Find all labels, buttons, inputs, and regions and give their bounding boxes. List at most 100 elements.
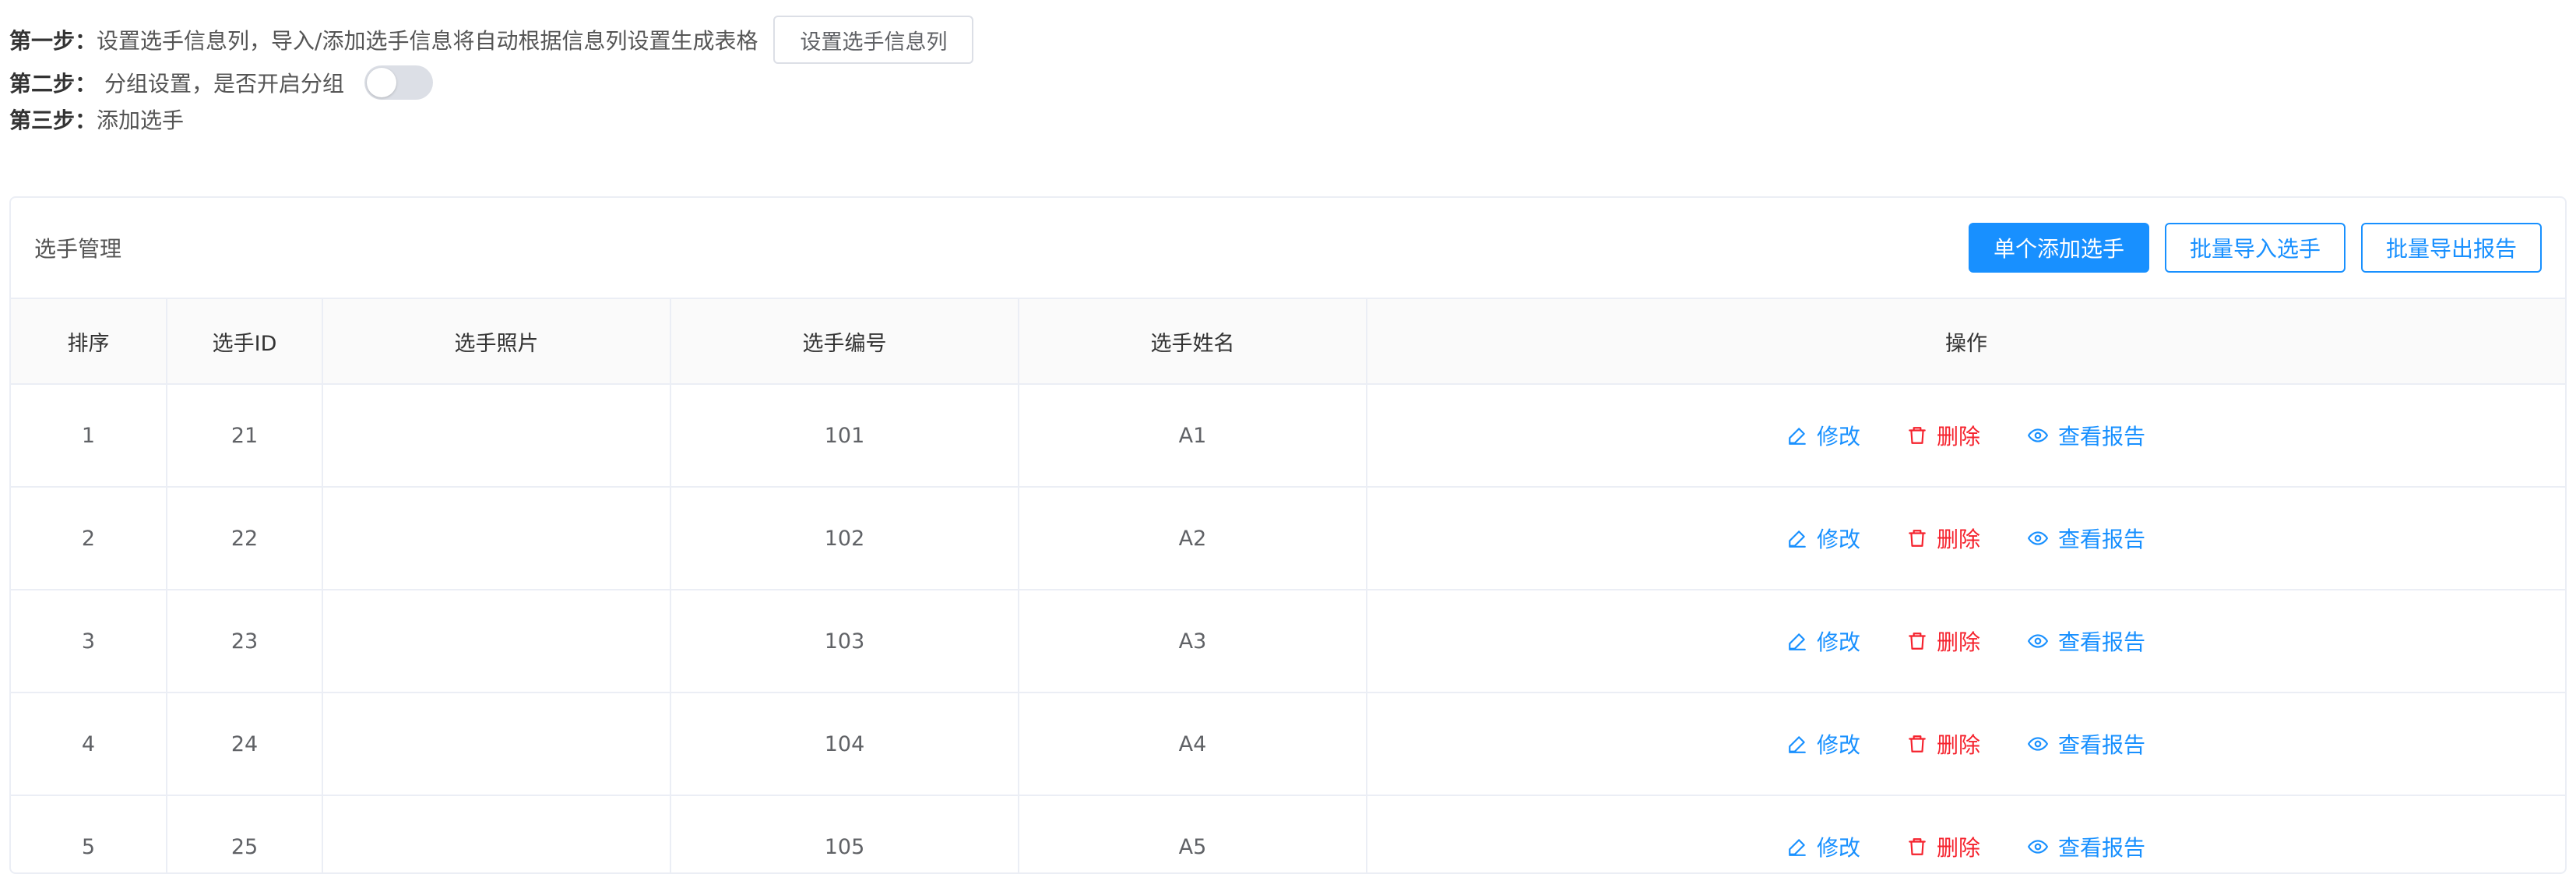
- delete-link[interactable]: 删除: [1907, 420, 1980, 451]
- cell-number: 102: [670, 487, 1019, 590]
- view-report-label: 查看报告: [2058, 835, 2146, 861]
- cell-number: 101: [670, 384, 1019, 488]
- delete-link[interactable]: 删除: [1907, 728, 1980, 759]
- trash-icon: [1909, 427, 1926, 444]
- edit-link[interactable]: 修改: [1787, 728, 1860, 759]
- delete-label: 删除: [1936, 527, 1980, 552]
- edit-icon: [1789, 633, 1806, 650]
- cell-actions: 修改 删除 查看报告: [1367, 693, 2565, 796]
- cell-order: 5: [11, 795, 167, 872]
- panel-header: 选手管理 单个添加选手 批量导入选手 批量导出报告: [11, 198, 2565, 299]
- step-one-text: 设置选手信息列，导入/添加选手信息将自动根据信息列设置生成表格: [97, 28, 758, 54]
- cell-id: 24: [167, 693, 323, 796]
- edit-label: 修改: [1816, 527, 1860, 552]
- cell-photo: [322, 590, 671, 693]
- edit-icon: [1789, 839, 1806, 856]
- cell-order: 3: [11, 590, 167, 693]
- column-header-photo[interactable]: 选手照片: [322, 299, 671, 385]
- step-two-label: 第二步：: [9, 71, 97, 97]
- view-report-link[interactable]: 查看报告: [2027, 420, 2145, 451]
- set-info-columns-button[interactable]: 设置选手信息列: [773, 16, 974, 64]
- column-header-id[interactable]: 选手ID: [167, 299, 323, 385]
- eye-icon: [2028, 428, 2048, 442]
- column-header-order[interactable]: 排序: [11, 299, 167, 385]
- cell-id: 22: [167, 487, 323, 590]
- toggle-knob: [367, 68, 397, 97]
- cell-number: 103: [670, 590, 1019, 693]
- add-single-player-button[interactable]: 单个添加选手: [1968, 223, 2149, 273]
- step-three: 第三步： 添加选手: [9, 100, 973, 139]
- cell-id: 25: [167, 795, 323, 872]
- cell-name: A2: [1019, 487, 1367, 590]
- cell-actions: 修改 删除 查看报告: [1367, 384, 2565, 488]
- cell-number: 104: [670, 693, 1019, 796]
- trash-icon: [1909, 838, 1926, 855]
- table-row: 3 23 103 A3 修改 删除 查看报告: [11, 590, 2565, 693]
- cell-order: 1: [11, 384, 167, 488]
- table-row: 5 25 105 A5 修改 删除 查看报告: [11, 795, 2565, 872]
- delete-link[interactable]: 删除: [1907, 523, 1980, 554]
- eye-icon: [2028, 531, 2048, 545]
- edit-link[interactable]: 修改: [1787, 626, 1860, 657]
- step-three-text: 添加选手: [97, 107, 185, 133]
- edit-link[interactable]: 修改: [1787, 420, 1860, 451]
- step-one: 第一步： 设置选手信息列，导入/添加选手信息将自动根据信息列设置生成表格 设置选…: [9, 14, 974, 65]
- delete-label: 删除: [1936, 424, 1980, 449]
- trash-icon: [1909, 735, 1926, 752]
- edit-link[interactable]: 修改: [1787, 523, 1860, 554]
- edit-label: 修改: [1816, 424, 1860, 449]
- cell-order: 2: [11, 487, 167, 590]
- panel-title: 选手管理: [34, 236, 122, 262]
- setup-steps: 第一步： 设置选手信息列，导入/添加选手信息将自动根据信息列设置生成表格 设置选…: [9, 14, 974, 139]
- view-report-link[interactable]: 查看报告: [2027, 626, 2145, 657]
- cell-actions: 修改 删除 查看报告: [1367, 795, 2565, 872]
- edit-label: 修改: [1816, 835, 1860, 861]
- table-row: 2 22 102 A2 修改 删除 查看报告: [11, 487, 2565, 590]
- edit-link[interactable]: 修改: [1787, 831, 1860, 862]
- view-report-label: 查看报告: [2058, 527, 2146, 552]
- table-row: 1 21 101 A1 修改 删除 查看报告: [11, 384, 2565, 488]
- cell-id: 21: [167, 384, 323, 488]
- trash-icon: [1909, 530, 1926, 547]
- table-row: 4 24 104 A4 修改 删除 查看报告: [11, 693, 2565, 796]
- step-two: 第二步： 分组设置，是否开启分组: [9, 65, 973, 100]
- step-two-text: 分组设置，是否开启分组: [104, 71, 345, 97]
- batch-export-reports-button[interactable]: 批量导出报告: [2360, 223, 2542, 273]
- cell-name: A4: [1019, 693, 1367, 796]
- table-header-row: 排序 选手ID 选手照片 选手编号 选手姓名 操作: [11, 299, 2565, 385]
- cell-order: 4: [11, 693, 167, 796]
- view-report-link[interactable]: 查看报告: [2027, 831, 2145, 862]
- view-report-link[interactable]: 查看报告: [2027, 523, 2145, 554]
- delete-label: 删除: [1936, 629, 1980, 655]
- grouping-toggle[interactable]: [364, 65, 434, 100]
- view-report-label: 查看报告: [2058, 629, 2146, 655]
- cell-name: A5: [1019, 795, 1367, 872]
- panel-actions: 单个添加选手 批量导入选手 批量导出报告: [1953, 223, 2542, 273]
- column-header-number[interactable]: 选手编号: [670, 299, 1019, 385]
- column-header-name[interactable]: 选手姓名: [1019, 299, 1367, 385]
- eye-icon: [2028, 634, 2048, 648]
- cell-number: 105: [670, 795, 1019, 872]
- delete-link[interactable]: 删除: [1907, 831, 1980, 862]
- edit-label: 修改: [1816, 732, 1860, 758]
- row-actions: 修改 删除 查看报告: [1368, 523, 2564, 554]
- cell-photo: [322, 795, 671, 872]
- view-report-label: 查看报告: [2058, 732, 2146, 758]
- batch-import-players-button[interactable]: 批量导入选手: [2164, 223, 2345, 273]
- row-actions: 修改 删除 查看报告: [1368, 420, 2564, 451]
- row-actions: 修改 删除 查看报告: [1368, 626, 2564, 657]
- row-actions: 修改 删除 查看报告: [1368, 728, 2564, 759]
- view-report-link[interactable]: 查看报告: [2027, 728, 2145, 759]
- delete-label: 删除: [1936, 835, 1980, 861]
- edit-label: 修改: [1816, 629, 1860, 655]
- player-management-panel: 选手管理 单个添加选手 批量导入选手 批量导出报告 排序 选手ID 选手照片 选…: [9, 196, 2567, 874]
- cell-actions: 修改 删除 查看报告: [1367, 487, 2565, 590]
- cell-actions: 修改 删除 查看报告: [1367, 590, 2565, 693]
- edit-icon: [1789, 530, 1806, 548]
- delete-link[interactable]: 删除: [1907, 626, 1980, 657]
- edit-icon: [1789, 428, 1806, 445]
- cell-id: 23: [167, 590, 323, 693]
- players-table: 排序 选手ID 选手照片 选手编号 选手姓名 操作 1 21 101 A1 修改: [11, 299, 2565, 872]
- edit-icon: [1789, 736, 1806, 753]
- cell-name: A1: [1019, 384, 1367, 488]
